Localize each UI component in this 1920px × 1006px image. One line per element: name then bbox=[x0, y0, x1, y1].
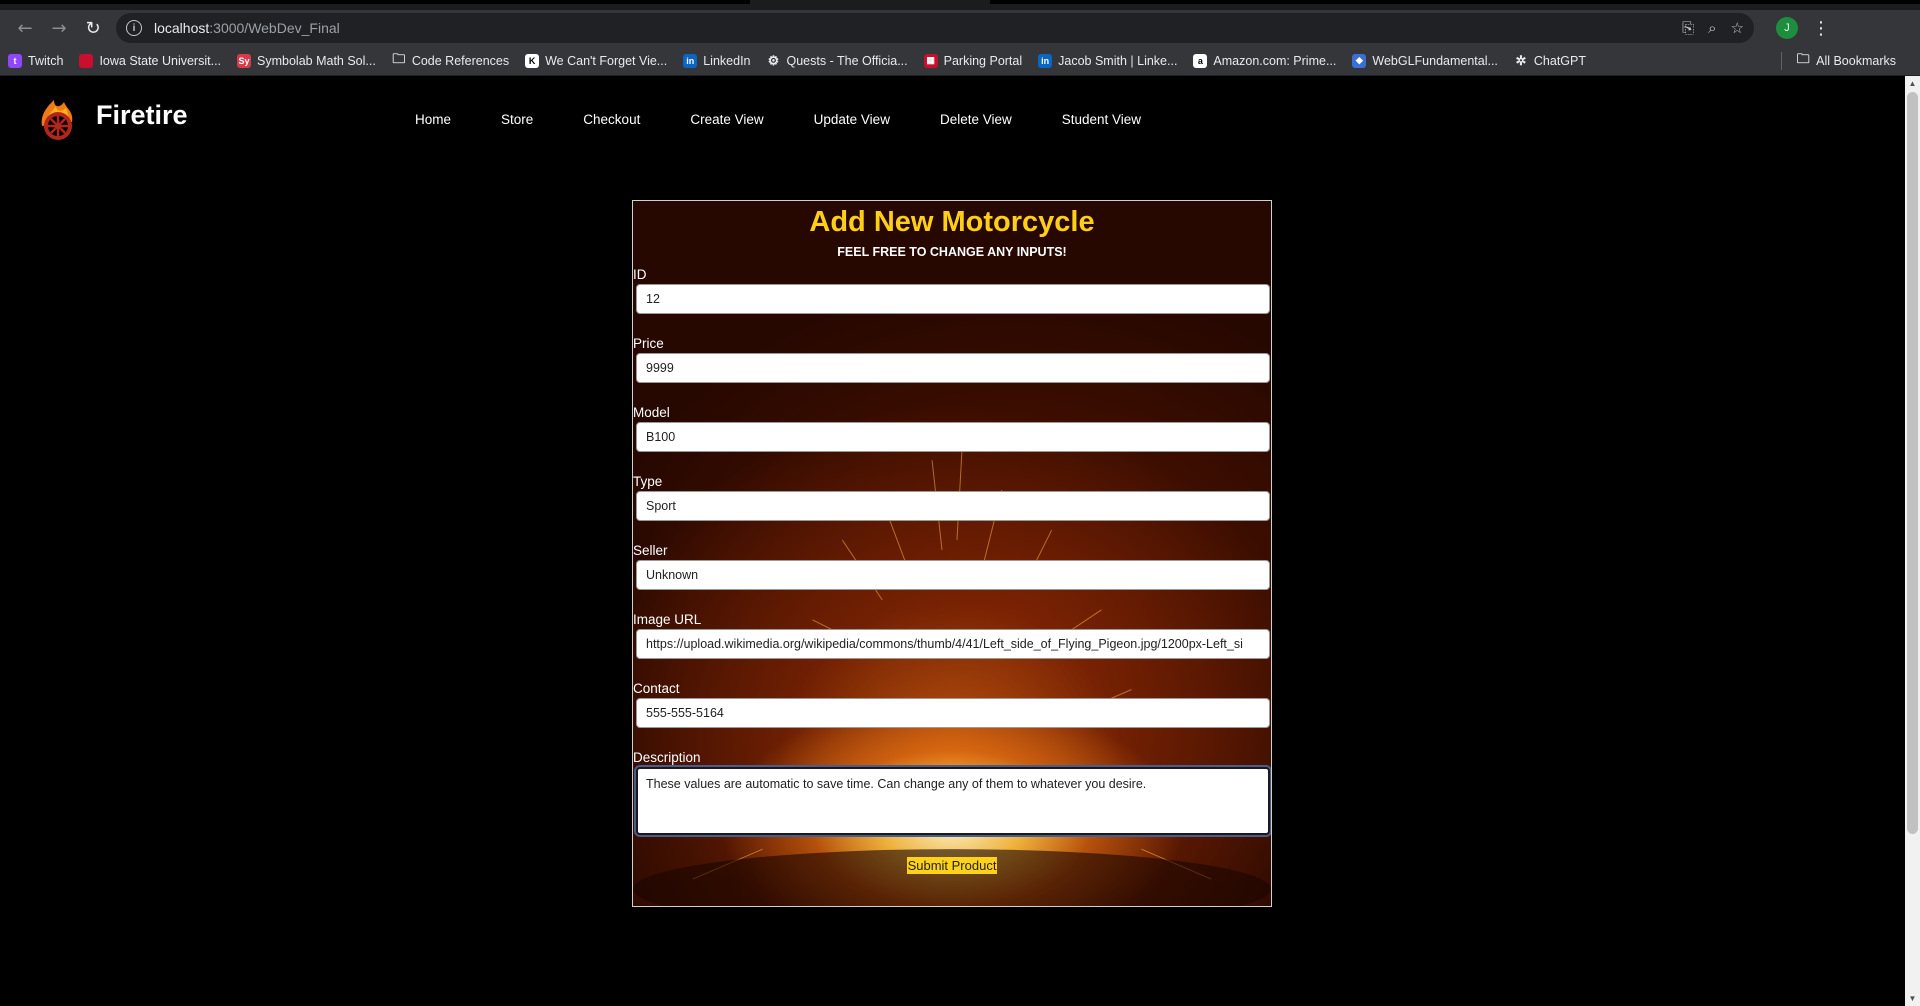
back-icon[interactable]: ← bbox=[8, 14, 42, 42]
bookmark-label: Iowa State Universit... bbox=[99, 53, 222, 68]
model-label: Model bbox=[633, 405, 670, 420]
bookmark-item[interactable]: ⚙ Quests - The Officia... bbox=[767, 52, 908, 68]
bookmark-item[interactable]: t Twitch bbox=[8, 53, 64, 68]
description-label: Description bbox=[633, 750, 701, 765]
bookmark-label: We Can't Forget Vie... bbox=[545, 53, 668, 68]
amazon-icon: a bbox=[1193, 53, 1208, 68]
nav-create-view[interactable]: Create View bbox=[690, 112, 763, 127]
site-header: Firetire Home Store Checkout Create View… bbox=[0, 76, 1900, 166]
id-label: ID bbox=[633, 267, 647, 282]
form-subtitle: FEEL FREE TO CHANGE ANY INPUTS! bbox=[837, 245, 1067, 259]
bookmark-label: WebGLFundamental... bbox=[1372, 53, 1498, 68]
bookmark-item[interactable]: ▦ Parking Portal bbox=[923, 53, 1023, 68]
nav-student-view[interactable]: Student View bbox=[1062, 112, 1141, 127]
nav-update-view[interactable]: Update View bbox=[814, 112, 890, 127]
linkedin-icon: in bbox=[683, 53, 698, 68]
brand-name[interactable]: Firetire bbox=[96, 100, 188, 131]
tab-edge bbox=[990, 0, 1920, 4]
all-bookmarks-label: All Bookmarks bbox=[1816, 53, 1896, 68]
bookmark-item[interactable]: Sy Symbolab Math Sol... bbox=[237, 53, 376, 68]
site-info-icon[interactable]: i bbox=[126, 20, 142, 36]
bookmark-item[interactable]: ◆ WebGLFundamental... bbox=[1352, 53, 1498, 68]
iowa-state-icon bbox=[79, 53, 94, 68]
folder-icon: 🗀 bbox=[1796, 50, 1810, 66]
bookmark-item[interactable]: in Jacob Smith | Linke... bbox=[1038, 53, 1178, 68]
bookmark-item[interactable]: 🗀 Code References bbox=[392, 50, 510, 68]
nav-delete-view[interactable]: Delete View bbox=[940, 112, 1012, 127]
firetire-logo-icon[interactable] bbox=[34, 96, 80, 142]
price-field[interactable] bbox=[636, 353, 1270, 383]
submit-product-button[interactable]: Submit Product bbox=[906, 857, 998, 874]
url-host: localhost bbox=[154, 20, 210, 36]
tab-edge bbox=[0, 0, 750, 4]
page-scrollbar[interactable]: ▲ ▼ bbox=[1905, 76, 1920, 1006]
kickstarter-icon: K bbox=[525, 53, 540, 68]
contact-label: Contact bbox=[633, 681, 680, 696]
bookmark-label: LinkedIn bbox=[703, 53, 751, 68]
contact-field[interactable] bbox=[636, 698, 1270, 728]
bookmark-label: ChatGPT bbox=[1533, 53, 1587, 68]
bookmark-label: Jacob Smith | Linke... bbox=[1058, 53, 1178, 68]
browser-toolbar: ← → ↻ i localhost:3000/WebDev_Final ⎘ ⌕ … bbox=[0, 10, 1920, 46]
install-app-icon[interactable]: ⎘ bbox=[1682, 19, 1694, 37]
type-field[interactable] bbox=[636, 491, 1270, 521]
bookmark-item[interactable]: ✲ ChatGPT bbox=[1514, 52, 1587, 68]
nav-checkout[interactable]: Checkout bbox=[583, 112, 640, 127]
main-nav: Home Store Checkout Create View Update V… bbox=[415, 112, 1191, 127]
scroll-down-icon[interactable]: ▼ bbox=[1905, 991, 1920, 1006]
bookmark-label: Symbolab Math Sol... bbox=[257, 53, 376, 68]
nav-store[interactable]: Store bbox=[501, 112, 533, 127]
parking-icon: ▦ bbox=[923, 53, 938, 68]
bookmark-item[interactable]: K We Can't Forget Vie... bbox=[525, 53, 668, 68]
bookmark-item[interactable]: in LinkedIn bbox=[683, 53, 751, 68]
bookmark-label: Twitch bbox=[28, 53, 64, 68]
bookmarks-divider bbox=[1781, 51, 1783, 70]
image-url-label: Image URL bbox=[633, 612, 702, 627]
symbolab-icon: Sy bbox=[237, 53, 252, 68]
bookmark-label: Code References bbox=[411, 53, 510, 68]
all-bookmarks-button[interactable]: 🗀 All Bookmarks bbox=[1796, 50, 1896, 68]
bookmark-star-icon[interactable]: ☆ bbox=[1731, 19, 1744, 37]
linkedin-icon: in bbox=[1038, 53, 1053, 68]
quests-icon: ⚙ bbox=[767, 52, 780, 68]
bookmark-item[interactable]: Iowa State Universit... bbox=[79, 53, 222, 68]
bookmarks-bar: t Twitch Iowa State Universit... Sy Symbolab… bbox=[0, 46, 1920, 76]
folder-icon: 🗀 bbox=[392, 50, 406, 66]
seller-field[interactable] bbox=[636, 560, 1270, 590]
forward-icon[interactable]: → bbox=[42, 14, 76, 42]
browser-menu-icon[interactable]: ⋮ bbox=[1812, 18, 1830, 39]
bookmark-item[interactable]: a Amazon.com: Prime... bbox=[1193, 53, 1337, 68]
scrollbar-thumb[interactable] bbox=[1907, 92, 1918, 834]
bookmark-label: Amazon.com: Prime... bbox=[1213, 53, 1337, 68]
price-label: Price bbox=[633, 336, 664, 351]
form-title: Add New Motorcycle bbox=[809, 206, 1095, 238]
description-field[interactable]: These values are automatic to save time.… bbox=[634, 765, 1271, 837]
profile-avatar[interactable]: J bbox=[1776, 17, 1798, 39]
url-path: :3000/WebDev_Final bbox=[209, 20, 340, 36]
webgl-icon: ◆ bbox=[1352, 53, 1367, 68]
seller-label: Seller bbox=[633, 543, 668, 558]
bookmark-label: Parking Portal bbox=[943, 53, 1023, 68]
address-bar[interactable]: i localhost:3000/WebDev_Final ⎘ ⌕ ☆ bbox=[116, 13, 1754, 43]
page: Firetire Home Store Checkout Create View… bbox=[0, 76, 1920, 1006]
reload-icon[interactable]: ↻ bbox=[76, 14, 110, 42]
twitch-icon: t bbox=[8, 53, 22, 68]
bookmark-label: Quests - The Officia... bbox=[786, 53, 908, 68]
image-url-field[interactable] bbox=[636, 629, 1270, 659]
zoom-icon[interactable]: ⌕ bbox=[1708, 19, 1716, 37]
add-motorcycle-form: Add New Motorcycle FEEL FREE TO CHANGE A… bbox=[632, 200, 1272, 907]
model-field[interactable] bbox=[636, 422, 1270, 452]
type-label: Type bbox=[633, 474, 663, 489]
nav-home[interactable]: Home bbox=[415, 112, 451, 127]
id-field[interactable] bbox=[636, 284, 1270, 314]
browser-tab-strip bbox=[0, 0, 1920, 10]
scroll-up-icon[interactable]: ▲ bbox=[1905, 76, 1920, 91]
chatgpt-icon: ✲ bbox=[1515, 52, 1527, 68]
